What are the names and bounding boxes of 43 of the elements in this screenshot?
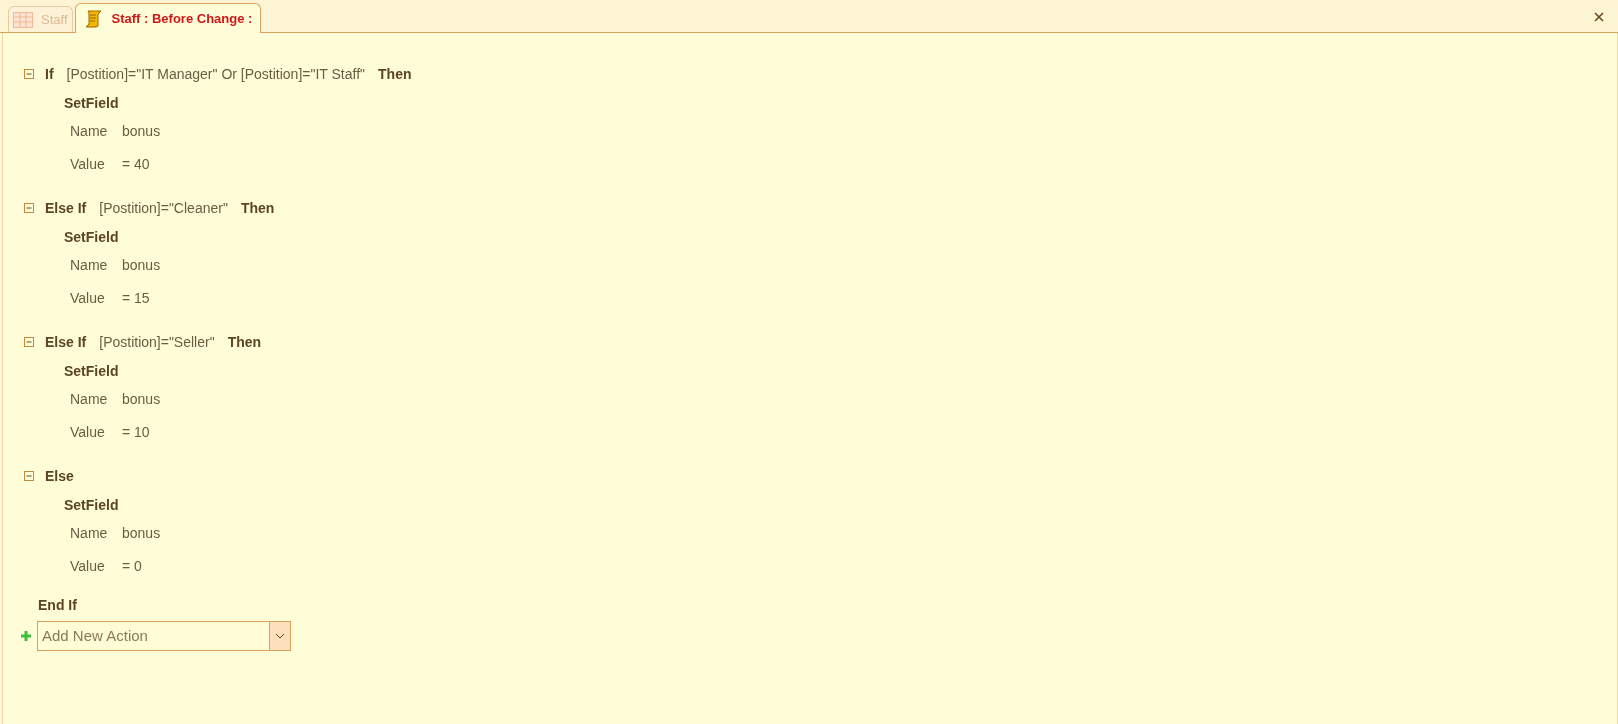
condition-text[interactable]: [Postition]="Seller" [99, 331, 215, 353]
keyword: Then [378, 64, 412, 84]
close-icon[interactable] [1594, 12, 1604, 22]
argument-label: Value [69, 154, 106, 174]
argument-label: Value [69, 556, 106, 576]
argument-value[interactable]: = 0 [118, 555, 142, 577]
add-action-field[interactable]: Add New Action [37, 621, 269, 651]
chevron-down-icon [275, 633, 285, 639]
keyword: If [45, 64, 54, 84]
argument-value[interactable]: bonus [118, 120, 161, 142]
keyword: Else [45, 466, 74, 486]
argument-label: Name [69, 523, 109, 543]
action-name[interactable]: SetField [64, 227, 119, 247]
tab[interactable]: Staff : Before Change : [74, 3, 262, 33]
collapse-icon[interactable] [24, 203, 34, 213]
argument-label: Name [69, 121, 109, 141]
argument-value[interactable]: = 15 [118, 287, 150, 309]
argument-value[interactable]: bonus [118, 388, 161, 410]
condition-text[interactable]: [Postition]="Cleaner" [99, 197, 228, 219]
collapse-icon[interactable] [24, 337, 34, 347]
dropdown-button[interactable] [269, 621, 291, 651]
keyword: Then [227, 332, 262, 352]
keyword: Else If [45, 198, 87, 218]
argument-value[interactable]: = 40 [118, 153, 150, 175]
argument-label: Name [69, 255, 109, 275]
action-name[interactable]: SetField [64, 93, 119, 113]
argument-value[interactable]: = 10 [118, 421, 150, 443]
action-name[interactable]: SetField [64, 495, 119, 515]
condition-text[interactable]: [Postition]="IT Manager" Or [Postition]="IT Staff" [66, 63, 366, 85]
keyword: End If [37, 596, 77, 615]
plus-icon[interactable] [20, 630, 32, 642]
argument-value[interactable]: bonus [118, 522, 161, 544]
argument-label: Value [69, 422, 106, 442]
argument-value[interactable]: bonus [118, 254, 161, 276]
argument-label: Name [69, 389, 109, 409]
collapse-icon[interactable] [24, 471, 34, 481]
action-name[interactable]: SetField [64, 361, 119, 381]
table-icon [13, 11, 33, 28]
argument-label: Value [69, 288, 106, 308]
keyword: Then [240, 198, 275, 218]
scroll-icon [83, 8, 104, 29]
keyword: Else If [45, 332, 87, 352]
collapse-icon[interactable] [24, 69, 34, 79]
